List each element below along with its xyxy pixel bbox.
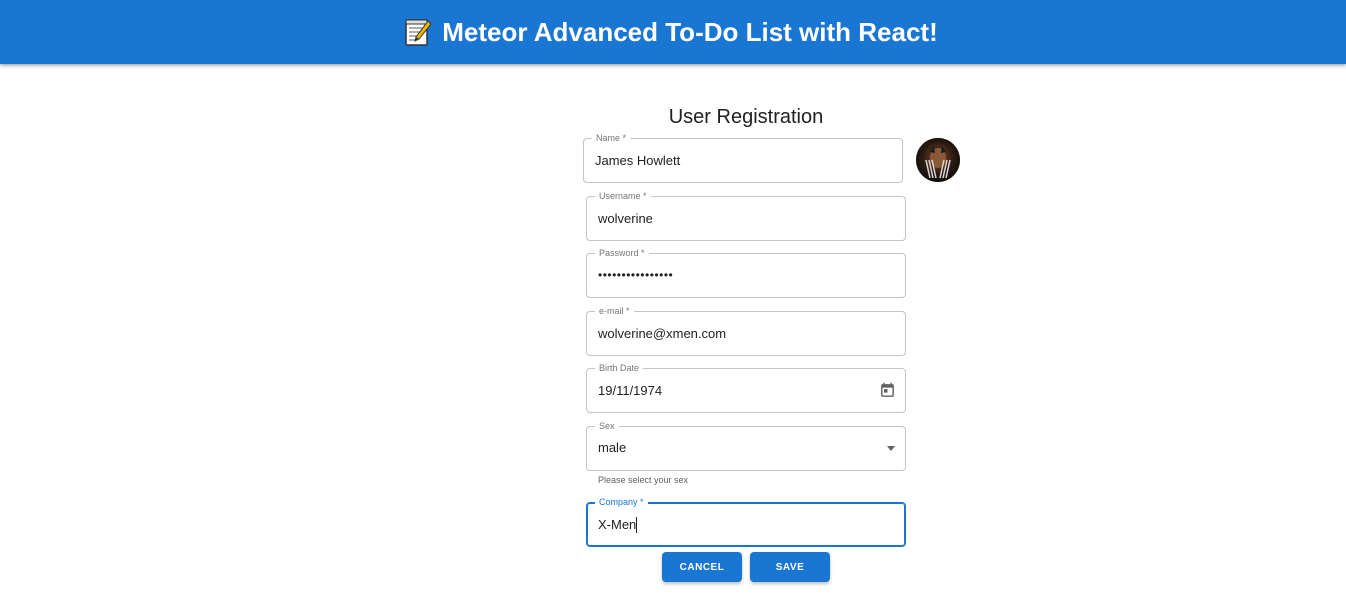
calendar-icon[interactable] — [879, 382, 896, 399]
sex-helper-text: Please select your sex — [598, 475, 689, 485]
company-field[interactable]: Company * X-Men — [586, 495, 906, 547]
cancel-button[interactable]: CANCEL — [662, 552, 742, 582]
app-title: Meteor Advanced To-Do List with React! — [404, 17, 938, 48]
birth-date-field-value: 19/11/1974 — [598, 383, 663, 398]
sex-select[interactable]: Sex male — [586, 419, 906, 471]
email-field[interactable]: e-mail * wolverine@xmen.com — [586, 304, 906, 356]
dropdown-arrow-icon[interactable] — [887, 446, 895, 451]
password-field-value: •••••••••••••••• — [598, 268, 674, 282]
save-button[interactable]: SAVE — [750, 552, 830, 582]
username-field-value: wolverine — [598, 211, 653, 226]
sex-select-value: male — [598, 440, 627, 455]
page-title: User Registration — [668, 106, 824, 128]
password-field[interactable]: Password * •••••••••••••••• — [586, 246, 906, 298]
company-field-value: X-Men — [598, 503, 638, 546]
name-field-value: James Howlett — [595, 153, 681, 168]
company-field-text: X-Men — [598, 517, 637, 532]
app-bar: Meteor Advanced To-Do List with React! — [0, 0, 1346, 64]
memo-icon — [404, 17, 432, 47]
text-caret — [636, 516, 638, 533]
username-field[interactable]: Username * wolverine — [586, 189, 906, 241]
app-title-text: Meteor Advanced To-Do List with React! — [442, 16, 938, 47]
email-field-value: wolverine@xmen.com — [598, 326, 727, 341]
user-avatar[interactable] — [916, 138, 960, 182]
birth-date-field[interactable]: Birth Date 19/11/1974 — [586, 361, 906, 413]
name-field[interactable]: Name * James Howlett — [583, 131, 903, 183]
